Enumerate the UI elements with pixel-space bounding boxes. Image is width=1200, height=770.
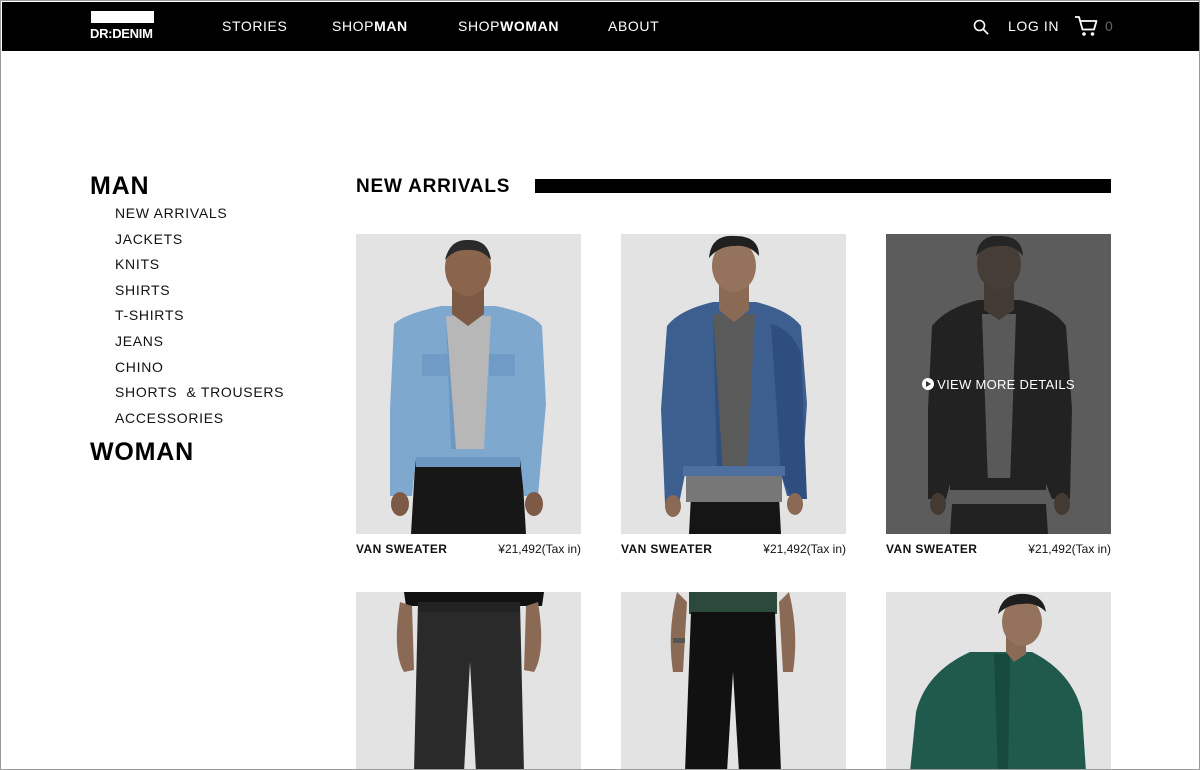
product-image[interactable]: VIEW MORE DETAILS (886, 234, 1111, 534)
nav-shop-woman[interactable]: SHOPWOMAN (458, 18, 559, 34)
nav-shop-man-prefix: SHOP (332, 18, 375, 34)
product-meta: VAN SWEATER ¥21,492(Tax in) (356, 541, 581, 561)
sidebar-item-shorts-trousers[interactable]: SHORTS & TROUSERS (115, 384, 284, 410)
sidebar-category-list: NEW ARRIVALS JACKETS KNITS SHIRTS T-SHIR… (115, 205, 284, 435)
product-card[interactable]: VAN SWEATER ¥21,492(Tax in) (356, 234, 581, 561)
top-navigation-bar: DR:DENIM STORIES SHOPMAN SHOPWOMAN ABOUT… (2, 2, 1199, 51)
sidebar-item-accessories[interactable]: ACCESSORIES (115, 410, 284, 436)
product-card[interactable] (886, 592, 1111, 769)
product-price: ¥21,492(Tax in) (1028, 542, 1111, 556)
page-frame: DR:DENIM STORIES SHOPMAN SHOPWOMAN ABOUT… (0, 0, 1200, 770)
product-image-black-chino (621, 592, 846, 769)
nav-shop-man[interactable]: SHOPMAN (332, 18, 408, 34)
product-image-dark-denim-jacket (621, 234, 846, 534)
logo-bar (91, 11, 154, 23)
search-icon[interactable] (973, 19, 989, 35)
sidebar-heading-woman[interactable]: WOMAN (90, 438, 194, 466)
view-more-details-link[interactable]: VIEW MORE DETAILS (886, 377, 1111, 392)
sidebar-item-jeans[interactable]: JEANS (115, 333, 284, 359)
nav-stories[interactable]: STORIES (222, 18, 287, 34)
section-title-rule (535, 179, 1111, 193)
product-image-black-jeans (356, 592, 581, 769)
nav-shop-woman-prefix: SHOP (458, 18, 501, 34)
sidebar-item-knits[interactable]: KNITS (115, 256, 284, 282)
brand-logo[interactable]: DR:DENIM (90, 11, 156, 43)
product-image[interactable] (356, 234, 581, 534)
sidebar-item-shirts[interactable]: SHIRTS (115, 282, 284, 308)
nav-about[interactable]: ABOUT (608, 18, 659, 34)
sidebar-heading-man[interactable]: MAN (90, 172, 149, 200)
sidebar-item-chino[interactable]: CHINO (115, 359, 284, 385)
product-image-green-bomber-jacket (886, 592, 1111, 769)
product-card[interactable] (621, 592, 846, 769)
product-card[interactable]: VIEW MORE DETAILS VAN SWEATER ¥21,492(Ta… (886, 234, 1111, 561)
play-circle-icon (922, 378, 935, 390)
product-name[interactable]: VAN SWEATER (356, 542, 447, 556)
product-meta: VAN SWEATER ¥21,492(Tax in) (886, 541, 1111, 561)
product-image[interactable] (621, 592, 846, 769)
product-image[interactable] (621, 234, 846, 534)
logo-text: DR:DENIM (90, 26, 153, 41)
nav-shop-woman-bold: WOMAN (500, 18, 560, 34)
product-card[interactable]: VAN SWEATER ¥21,492(Tax in) (621, 234, 846, 561)
login-link[interactable]: LOG IN (1008, 18, 1059, 34)
product-name[interactable]: VAN SWEATER (621, 542, 712, 556)
nav-shop-man-bold: MAN (374, 18, 408, 34)
product-price: ¥21,492(Tax in) (763, 542, 846, 556)
sidebar-item-t-shirts[interactable]: T-SHIRTS (115, 307, 284, 333)
cart-icon[interactable] (1074, 15, 1098, 37)
product-image[interactable] (356, 592, 581, 769)
product-image[interactable] (886, 592, 1111, 769)
sidebar-item-new-arrivals[interactable]: NEW ARRIVALS (115, 205, 284, 231)
cart-count: 0 (1105, 18, 1113, 34)
section-title: NEW ARRIVALS (356, 176, 511, 197)
sidebar-item-jackets[interactable]: JACKETS (115, 231, 284, 257)
product-meta: VAN SWEATER ¥21,492(Tax in) (621, 541, 846, 561)
product-image-light-denim-jacket (356, 234, 581, 534)
product-price: ¥21,492(Tax in) (498, 542, 581, 556)
product-hover-overlay[interactable]: VIEW MORE DETAILS (886, 234, 1111, 534)
view-more-details-label: VIEW MORE DETAILS (937, 377, 1075, 392)
product-name[interactable]: VAN SWEATER (886, 542, 977, 556)
product-card[interactable] (356, 592, 581, 769)
